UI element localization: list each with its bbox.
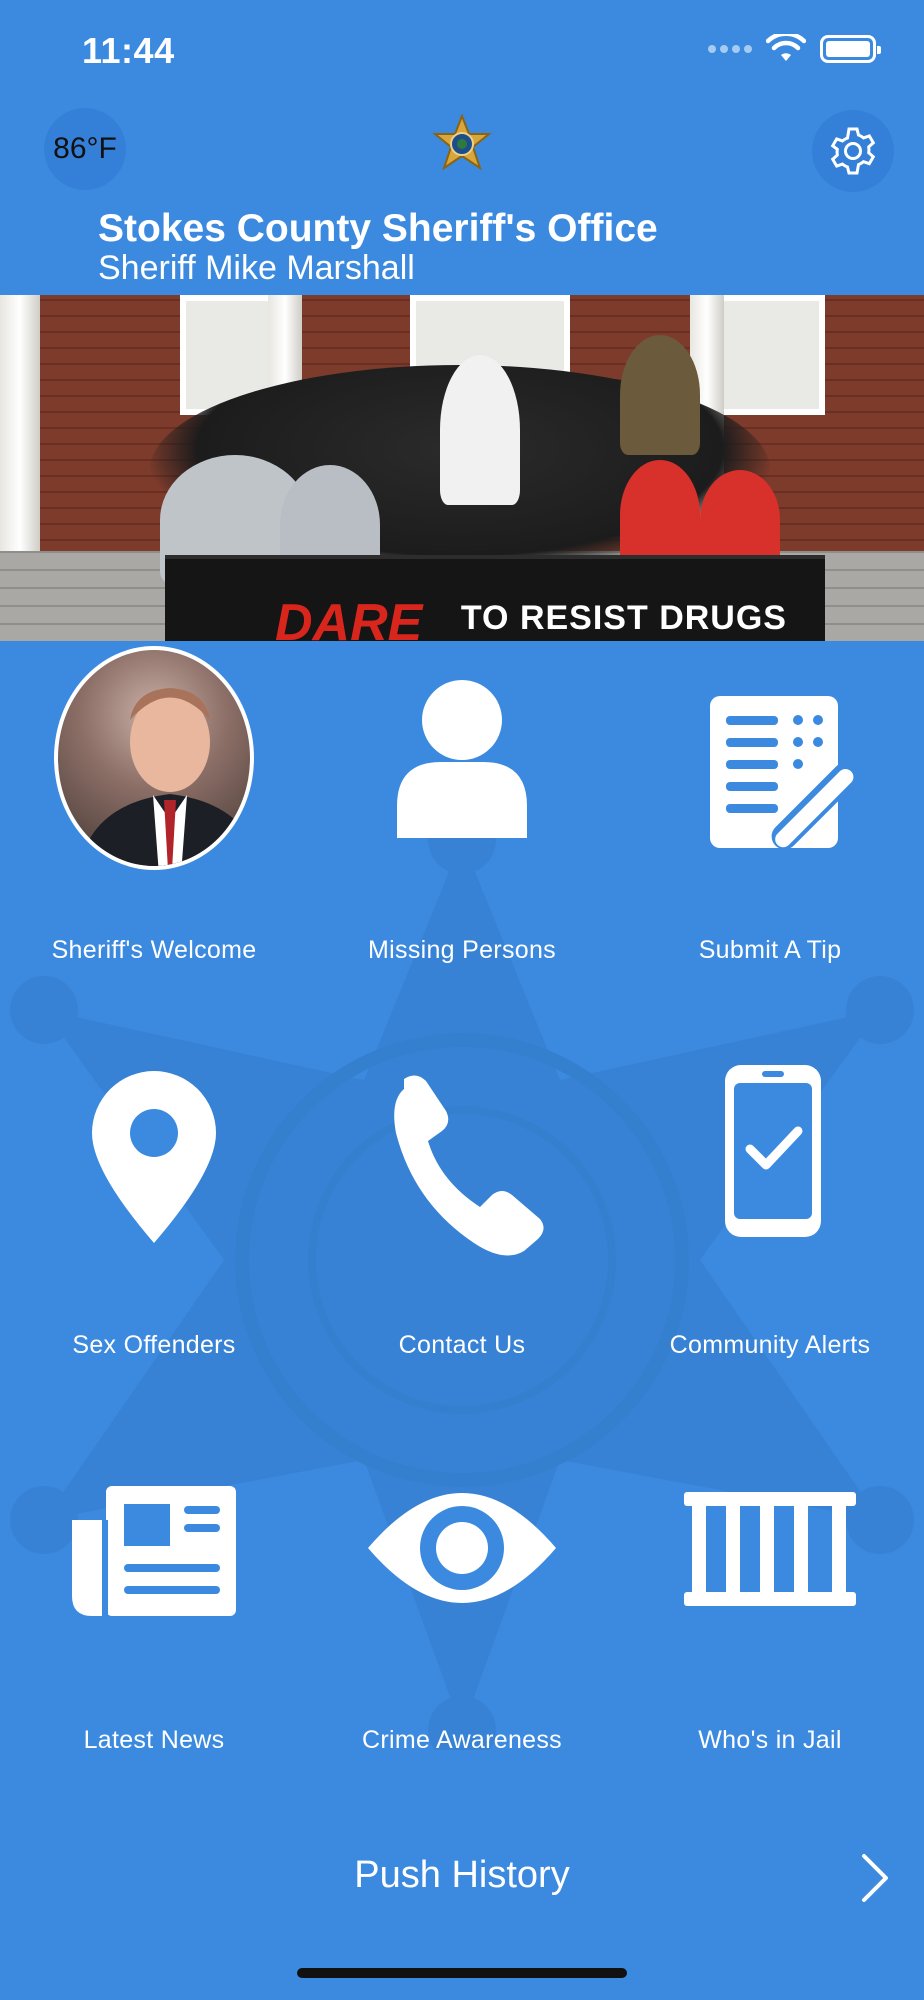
eye-icon bbox=[368, 1493, 556, 1603]
sheriff-name: Sheriff Mike Marshall bbox=[98, 249, 415, 287]
tile-sex-offenders[interactable]: Sex Offenders bbox=[0, 1045, 308, 1440]
tile-label: Who's in Jail bbox=[698, 1726, 842, 1754]
tile-label: Contact Us bbox=[398, 1331, 526, 1359]
title-block: Stokes County Sheriff's Office Sheriff M… bbox=[98, 207, 658, 285]
push-history-row[interactable]: Push History bbox=[0, 1840, 924, 1914]
form-pencil-icon bbox=[710, 696, 859, 850]
status-icons bbox=[708, 34, 881, 64]
home-indicator[interactable] bbox=[297, 1968, 627, 1978]
hero-photo: DARE TO RESIST DRUGS bbox=[0, 295, 924, 641]
push-history-label: Push History bbox=[354, 1854, 570, 1896]
sheriff-photo-avatar bbox=[54, 646, 254, 870]
tile-sheriffs-welcome[interactable]: Sheriff's Welcome bbox=[0, 646, 308, 1045]
tile-label: Sheriff's Welcome bbox=[51, 936, 257, 964]
phone-icon bbox=[394, 1075, 544, 1256]
tile-latest-news[interactable]: Latest News bbox=[0, 1440, 308, 1835]
status-time: 11:44 bbox=[82, 30, 175, 71]
tile-contact-us[interactable]: Contact Us bbox=[308, 1045, 616, 1440]
dare-banner: DARE TO RESIST DRUGS bbox=[165, 555, 825, 641]
status-bar: 11:44 bbox=[0, 0, 924, 100]
sheriff-star-logo bbox=[432, 114, 492, 171]
person-icon bbox=[397, 680, 527, 838]
tile-label: Crime Awareness bbox=[362, 1726, 562, 1754]
dare-logo: DARE bbox=[275, 594, 423, 641]
tile-missing-persons[interactable]: Missing Persons bbox=[308, 650, 616, 1045]
tile-label: Missing Persons bbox=[368, 936, 556, 964]
tile-crime-awareness[interactable]: Crime Awareness bbox=[308, 1440, 616, 1835]
tile-community-alerts[interactable]: Community Alerts bbox=[616, 1045, 924, 1440]
wifi-icon bbox=[766, 34, 806, 61]
tile-label: Latest News bbox=[83, 1726, 225, 1754]
battery-icon bbox=[820, 35, 881, 63]
tile-label: Submit A Tip bbox=[698, 936, 842, 964]
tile-whos-in-jail[interactable]: Who's in Jail bbox=[616, 1440, 924, 1835]
phone-check-icon bbox=[725, 1065, 821, 1237]
tile-submit-a-tip[interactable]: Submit A Tip bbox=[616, 650, 924, 1045]
tile-label: Community Alerts bbox=[669, 1331, 871, 1359]
banner-text: TO RESIST DRUGS bbox=[460, 599, 787, 637]
weather-badge[interactable]: 86°F bbox=[44, 108, 126, 190]
cellular-signal-icon bbox=[708, 45, 752, 53]
gear-icon bbox=[830, 127, 876, 175]
jail-bars-icon bbox=[684, 1492, 856, 1606]
newspaper-icon bbox=[72, 1486, 236, 1616]
settings-button[interactable] bbox=[812, 110, 894, 192]
map-pin-icon bbox=[92, 1071, 216, 1243]
chevron-right-icon bbox=[862, 1854, 888, 1902]
tile-label: Sex Offenders bbox=[72, 1331, 236, 1359]
office-title: Stokes County Sheriff's Office bbox=[98, 207, 658, 250]
